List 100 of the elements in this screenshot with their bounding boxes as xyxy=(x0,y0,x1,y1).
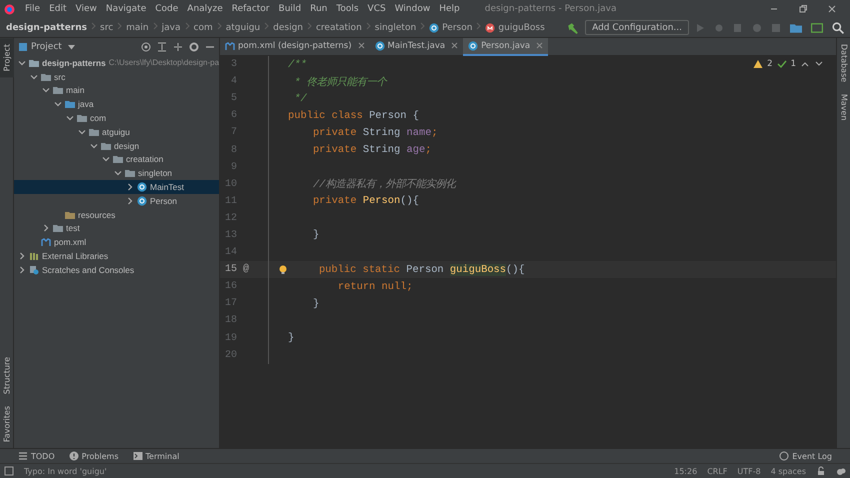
line-number: 13 xyxy=(224,230,237,241)
code-line: * 佟老师只能有一个 xyxy=(293,76,387,89)
run-icon xyxy=(695,22,705,32)
line-number: 15 xyxy=(224,264,237,276)
close-icon[interactable] xyxy=(451,42,458,49)
maven-icon xyxy=(41,237,51,248)
breadcrumb[interactable]: main xyxy=(126,22,149,32)
tree-item[interactable]: resources xyxy=(14,208,219,222)
tree-item[interactable]: java xyxy=(14,97,219,112)
breadcrumb[interactable]: atguigu xyxy=(226,22,260,32)
project-view-selector[interactable]: Project xyxy=(18,42,135,52)
run-configuration-button[interactable]: Add Configuration... xyxy=(585,20,689,35)
tool-window-tab[interactable]: Database xyxy=(837,38,850,88)
breadcrumb[interactable]: com xyxy=(194,22,213,32)
menu-item[interactable]: View xyxy=(72,4,101,14)
menu-item[interactable]: File xyxy=(21,4,44,14)
file-encoding[interactable]: UTF-8 xyxy=(737,466,761,476)
tree-item[interactable]: Scratches and Consoles xyxy=(14,262,219,277)
line-number: 3 xyxy=(230,59,237,70)
tree-item[interactable]: MainTest xyxy=(14,180,219,194)
tree-item[interactable]: main xyxy=(14,84,219,98)
code-line: public static Person guiguBoss(){ xyxy=(318,264,525,276)
caret-position[interactable]: 15:26 xyxy=(674,466,698,476)
chevron-icon xyxy=(91,22,96,30)
tree-item[interactable]: pom.xml xyxy=(14,235,219,250)
code-line: private String age; xyxy=(312,144,432,156)
tree-item[interactable]: Person xyxy=(14,194,219,208)
tree-label: singleton xyxy=(138,168,172,178)
list-icon xyxy=(18,451,28,461)
warning-count[interactable]: 2 xyxy=(767,59,773,69)
breadcrumb[interactable]: Person xyxy=(429,22,472,32)
menu-item[interactable]: Analyze xyxy=(183,4,227,14)
menu-item[interactable]: Help xyxy=(435,4,464,14)
chevron-icon xyxy=(476,22,482,30)
menu-item[interactable]: VCS xyxy=(364,4,390,14)
code-line: } xyxy=(312,298,320,310)
override-marker[interactable]: @ xyxy=(243,264,250,276)
code-line: //构造器私有，外部不能实例化 xyxy=(312,177,456,192)
tool-window-tab[interactable]: Project xyxy=(0,38,14,78)
tree-label: test xyxy=(66,223,80,234)
tree-item[interactable]: src xyxy=(14,70,219,84)
cloud-icon xyxy=(836,466,846,476)
breadcrumb[interactable]: src xyxy=(100,22,114,32)
tree-item[interactable]: design-patterns C:\Users\lfy\Desktop\design-pa xyxy=(14,56,219,70)
tool-window-tab[interactable]: Maven xyxy=(837,88,850,127)
tree-item[interactable]: test xyxy=(14,222,219,236)
breadcrumb[interactable]: guiguBoss xyxy=(485,22,545,32)
line-number: 5 xyxy=(230,93,237,104)
dropdown-caret-icon xyxy=(68,44,75,50)
tree-item[interactable]: atguigu xyxy=(14,124,219,139)
tool-tab[interactable]: Terminal xyxy=(132,451,180,461)
line-number: 9 xyxy=(230,162,237,173)
event-log-button[interactable]: Event Log xyxy=(779,451,832,461)
tree-item[interactable]: creatation xyxy=(14,152,219,166)
tree-item[interactable]: design xyxy=(14,138,219,153)
menu-item[interactable]: Build xyxy=(274,4,306,14)
class-icon xyxy=(137,196,147,206)
menu-item[interactable]: Refactor xyxy=(228,4,274,14)
chevron-icon xyxy=(152,22,158,30)
menu-item[interactable]: Run xyxy=(306,4,332,14)
breadcrumb[interactable]: singleton xyxy=(374,22,416,32)
editor-tab[interactable]: MainTest.java xyxy=(370,38,464,56)
lightbulb-icon xyxy=(278,264,288,275)
editor-tab[interactable]: Person.java xyxy=(463,38,548,56)
indent-setting[interactable]: 4 spaces xyxy=(770,466,806,476)
warning-icon xyxy=(753,59,764,69)
menu-item[interactable]: Navigate xyxy=(102,4,150,14)
tree-item[interactable]: singleton xyxy=(14,166,219,180)
line-separator[interactable]: CRLF xyxy=(707,466,728,476)
close-icon[interactable] xyxy=(358,42,365,49)
tree-item[interactable]: com xyxy=(14,111,219,125)
menu-item[interactable]: Edit xyxy=(45,4,70,14)
tree-item[interactable]: External Libraries xyxy=(14,249,219,263)
menu-item[interactable]: Window xyxy=(390,4,434,14)
tool-tab[interactable]: TODO xyxy=(18,451,55,461)
tree-label: design-patterns xyxy=(42,58,106,68)
tool-tab[interactable]: Problems xyxy=(68,451,119,461)
breadcrumb[interactable]: creatation xyxy=(316,22,362,32)
breadcrumb[interactable]: java xyxy=(162,22,180,32)
tool-window-tab[interactable]: Favorites xyxy=(0,400,14,448)
menu-item[interactable]: Tools xyxy=(332,4,363,14)
chevron-icon[interactable] xyxy=(42,224,50,232)
tool-window-tab[interactable]: Structure xyxy=(0,350,14,400)
search-icon xyxy=(832,22,844,34)
class-icon xyxy=(429,22,440,32)
menu-item[interactable]: Code xyxy=(151,4,182,14)
window-icon xyxy=(811,22,823,34)
class-icon xyxy=(374,40,385,50)
editor-tab[interactable]: pom.xml (design-patterns) xyxy=(220,38,370,56)
library-icon xyxy=(29,251,39,262)
breadcrumb[interactable]: design xyxy=(273,22,303,32)
tree-label: atguigu xyxy=(102,126,130,137)
maven-icon xyxy=(225,40,235,50)
code-line: /** xyxy=(287,58,307,71)
chevron-icon xyxy=(420,22,426,30)
weak-warning-count[interactable]: 1 xyxy=(790,59,796,69)
code-line: */ xyxy=(293,92,307,105)
class-icon xyxy=(137,182,147,192)
line-number: 4 xyxy=(230,76,237,88)
breadcrumb[interactable]: design-patterns xyxy=(6,22,87,32)
